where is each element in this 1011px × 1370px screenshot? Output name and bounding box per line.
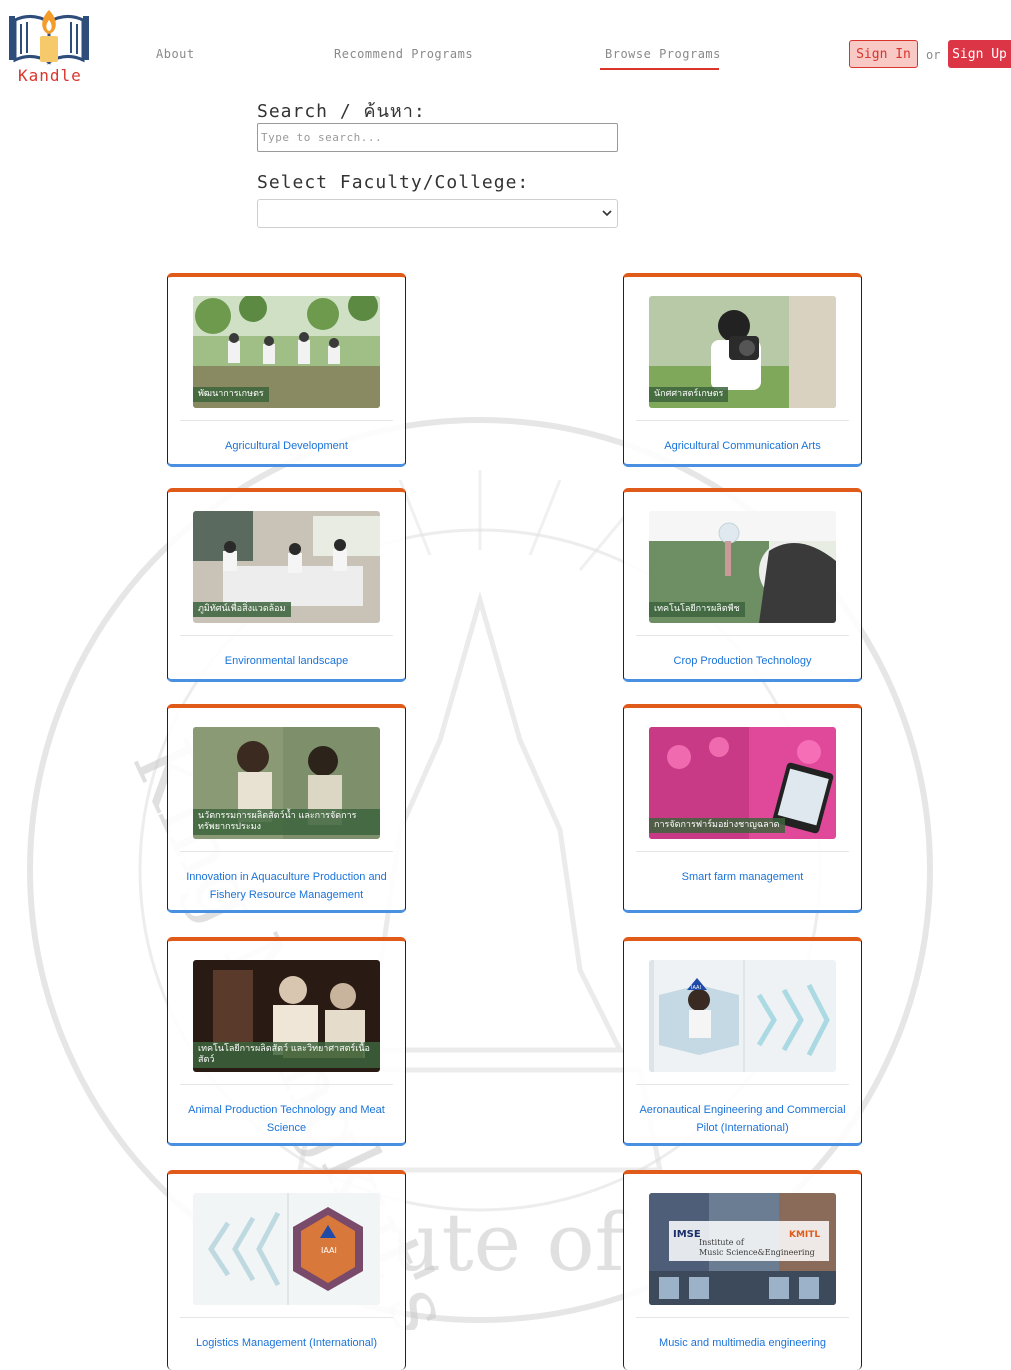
search-input[interactable] [257, 123, 618, 152]
faculty-label: Select Faculty/College: [257, 172, 530, 193]
program-image: เทคโนโลยีการผลิตสัตว์ และวิทยาศาสตร์เนื้… [193, 960, 380, 1072]
card-divider [180, 1084, 393, 1085]
image-caption: นวัตกรรมการผลิตสัตว์น้ำ และการจัดการทรัพ… [193, 809, 380, 835]
program-title[interactable]: Crop Production Technology [634, 652, 851, 670]
image-caption: พัฒนาการเกษตร [193, 387, 269, 402]
faculty-select[interactable] [257, 199, 618, 228]
program-image: ภูมิทัศน์เพื่อสิ่งแวดล้อม [193, 511, 380, 623]
image-caption: การจัดการฟาร์มอย่างชาญฉลาด [649, 818, 785, 833]
program-image: IAAI [193, 1193, 380, 1305]
nav-browse-programs[interactable]: Browse Programs [605, 47, 721, 61]
program-card[interactable]: IAAI Logistics Management (International… [167, 1170, 406, 1370]
card-divider [180, 851, 393, 852]
program-image: เทคโนโลยีการผลิตพืช [649, 511, 836, 623]
program-card[interactable]: ภูมิทัศน์เพื่อสิ่งแวดล้อม Environmental … [167, 488, 406, 682]
program-card[interactable]: IAAI Aeronautical Engineering and Commer… [623, 937, 862, 1146]
program-title[interactable]: Agricultural Development [178, 437, 395, 455]
program-card[interactable]: นักศศาสตร์เกษตร Agricultural Communicati… [623, 273, 862, 467]
program-title[interactable]: Animal Production Technology and Meat Sc… [178, 1101, 395, 1137]
search-label: Search / ค้นหา: [257, 101, 426, 122]
image-caption: เทคโนโลยีการผลิตสัตว์ และวิทยาศาสตร์เนื้… [193, 1042, 380, 1068]
program-image: นวัตกรรมการผลิตสัตว์น้ำ และการจัดการทรัพ… [193, 727, 380, 839]
kmitl-logo-text: KMITL [789, 1230, 820, 1240]
kandle-logo[interactable]: Kandle [7, 6, 91, 85]
card-divider [636, 420, 849, 421]
image-caption: ภูมิทัศน์เพื่อสิ่งแวดล้อม [193, 602, 291, 617]
program-card[interactable]: นวัตกรรมการผลิตสัตว์น้ำ และการจัดการทรัพ… [167, 704, 406, 913]
program-image: การจัดการฟาร์มอย่างชาญฉลาด [649, 727, 836, 839]
card-divider [636, 851, 849, 852]
iaai-badge: IAAI [321, 1246, 337, 1255]
nav-recommend-programs[interactable]: Recommend Programs [334, 47, 473, 61]
sign-up-button[interactable]: Sign Up [948, 40, 1011, 68]
sign-in-button[interactable]: Sign In [849, 40, 918, 68]
iaai-badge: IAAI [691, 985, 701, 991]
nav-active-indicator [600, 68, 719, 70]
program-card[interactable]: IMSE KMITL Institute of Music Science&En… [623, 1170, 862, 1370]
card-divider [180, 635, 393, 636]
card-divider [180, 420, 393, 421]
program-card[interactable]: พัฒนาการเกษตร Agricultural Development [167, 273, 406, 467]
program-image: IMSE KMITL Institute of Music Science&En… [649, 1193, 836, 1305]
program-card[interactable]: เทคโนโลยีการผลิตพืช Crop Production Tech… [623, 488, 862, 682]
program-title[interactable]: Music and multimedia engineering [634, 1334, 851, 1352]
image-caption: นักศศาสตร์เกษตร [649, 387, 729, 402]
nav-about[interactable]: About [156, 47, 195, 61]
program-card[interactable]: เทคโนโลยีการผลิตสัตว์ และวิทยาศาสตร์เนื้… [167, 937, 406, 1146]
imse-logo-text: IMSE [673, 1229, 701, 1240]
card-divider [636, 635, 849, 636]
program-image: นักศศาสตร์เกษตร [649, 296, 836, 408]
program-title[interactable]: Agricultural Communication Arts [634, 437, 851, 455]
or-separator: or [926, 48, 941, 62]
card-divider [636, 1317, 849, 1318]
program-title[interactable]: Aeronautical Engineering and Commercial … [634, 1101, 851, 1137]
card-divider [180, 1317, 393, 1318]
program-title[interactable]: Smart farm management [634, 868, 851, 886]
imse-line2: Music Science&Engineering [699, 1248, 815, 1257]
program-title[interactable]: Logistics Management (International) [178, 1334, 395, 1352]
program-title[interactable]: Environmental landscape [178, 652, 395, 670]
program-title[interactable]: Innovation in Aquaculture Production and… [178, 868, 395, 904]
chevron-down-icon [602, 210, 612, 217]
logo-text: Kandle [18, 66, 82, 85]
card-divider [636, 1084, 849, 1085]
program-image: พัฒนาการเกษตร [193, 296, 380, 408]
book-candle-icon [9, 10, 89, 65]
program-image: IAAI [649, 960, 836, 1072]
program-card[interactable]: การจัดการฟาร์มอย่างชาญฉลาด Smart farm ma… [623, 704, 862, 913]
image-caption: เทคโนโลยีการผลิตพืช [649, 602, 745, 617]
imse-line1: Institute of [699, 1238, 745, 1247]
